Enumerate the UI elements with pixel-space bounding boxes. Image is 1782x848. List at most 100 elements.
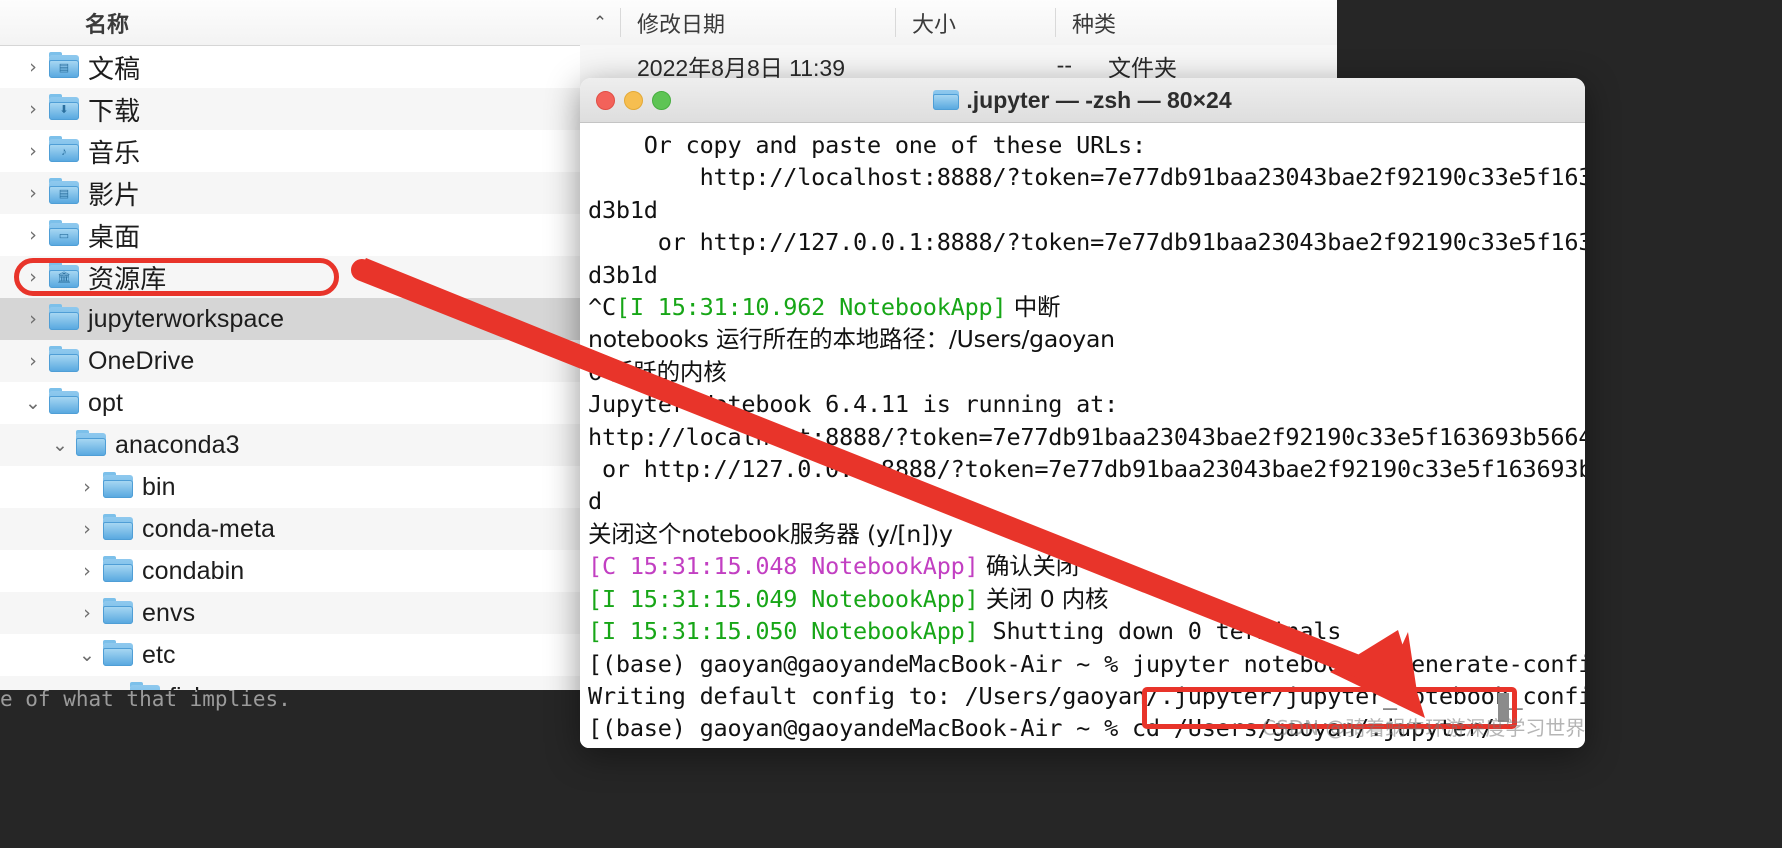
terminal-line: or http://127.0.0.1:8888/?token=7e77db91… <box>588 453 1585 485</box>
file-name: bin <box>142 472 176 501</box>
disclosure-expanded-icon[interactable]: ⌄ <box>49 435 71 455</box>
disclosure-collapsed-icon[interactable]: › <box>22 351 44 371</box>
terminal-line: [I 15:31:15.050 NotebookApp] Shutting do… <box>588 615 1585 647</box>
terminal-text: Writing default config to: /Users/gaoyan… <box>588 681 1585 710</box>
terminal-text: [(base) gaoyan@gaoyandeMacBook-Air ~ % c… <box>588 714 1495 743</box>
terminal-text: or http://127.0.0.1:8888/?token=7e77db91… <box>657 228 1585 257</box>
finder-column-headers: 名称 ⌃ 修改日期 大小 种类 <box>0 0 1337 46</box>
column-header-date[interactable]: 修改日期 <box>620 0 895 45</box>
column-header-kind[interactable]: 种类 <box>1055 0 1325 45</box>
disclosure-expanded-icon[interactable]: ⌄ <box>76 645 98 665</box>
terminal-line: Jupyter Notebook 6.4.11 is running at: <box>588 388 1585 420</box>
file-name: condabin <box>142 556 245 585</box>
disclosure-collapsed-icon[interactable]: › <box>76 477 98 497</box>
terminal-line: 关闭这个notebook服务器 (y/[n])y <box>588 518 1585 550</box>
terminal-text: 确认关闭 <box>978 552 1080 581</box>
terminal-text: [C 15:31:15.048 NotebookApp] <box>588 552 979 581</box>
terminal-line: or http://127.0.0.1:8888/?token=7e77db91… <box>588 226 1585 258</box>
terminal-line: [(base) gaoyan@gaoyandeMacBook-Air ~ % j… <box>588 648 1585 680</box>
folder-icon <box>103 598 133 625</box>
file-name: conda-meta <box>142 514 276 543</box>
disclosure-collapsed-icon[interactable]: › <box>22 309 44 329</box>
file-name: etc <box>142 640 176 669</box>
file-name: OneDrive <box>88 346 195 375</box>
file-name: 资源库 <box>88 264 167 295</box>
disclosure-collapsed-icon[interactable]: › <box>22 99 44 119</box>
folder-icon <box>49 388 79 415</box>
terminal-text: d <box>588 487 602 516</box>
terminal-text: [I 15:31:10.962 NotebookApp] <box>615 293 1007 322</box>
disclosure-collapsed-icon[interactable]: › <box>22 225 44 245</box>
terminal-line: [I 15:31:15.049 NotebookApp] 关闭 0 内核 <box>588 583 1585 615</box>
terminal-line: http://localhost:8888/?token=7e77db91baa… <box>588 421 1585 453</box>
terminal-text: 关闭 0 内核 <box>978 584 1109 613</box>
file-name: envs <box>142 598 196 627</box>
terminal-line: Or copy and paste one of these URLs: <box>588 129 1585 161</box>
folder-icon: ▤ <box>49 178 79 205</box>
file-name: 桌面 <box>88 222 141 253</box>
folder-icon: ⬇ <box>49 94 79 121</box>
folder-icon: ▭ <box>49 220 79 247</box>
terminal-text: d3b1d <box>588 260 658 289</box>
file-name: 下载 <box>88 96 141 127</box>
folder-icon <box>49 346 79 373</box>
terminal-line: http://localhost:8888/?token=7e77db91baa… <box>588 161 1585 193</box>
folder-icon: ▤ <box>49 52 79 79</box>
terminal-line: [(base) gaoyan@gaoyandeMacBook-Air ~ % c… <box>588 712 1585 744</box>
file-name: fish <box>169 683 208 691</box>
terminal-text: [I 15:31:15.050 NotebookApp] <box>588 617 979 646</box>
disclosure-collapsed-icon[interactable]: › <box>22 183 44 203</box>
sort-ascending-icon[interactable]: ⌃ <box>580 0 620 45</box>
terminal-text: or http://127.0.0.1:8888/?token=7e77db91… <box>601 455 1585 484</box>
terminal-text: notebooks 运行所在的本地路径：/Users/gaoyan <box>588 325 1115 354</box>
folder-icon <box>103 472 133 499</box>
folder-icon: ♪ <box>49 136 79 163</box>
terminal-output[interactable]: Or copy and paste one of these URLs: htt… <box>580 123 1585 748</box>
disclosure-collapsed-icon[interactable]: › <box>22 141 44 161</box>
file-name: opt <box>88 388 124 417</box>
disclosure-expanded-icon[interactable]: ⌄ <box>22 393 44 413</box>
terminal-title: .jupyter — -zsh — 80×24 <box>580 87 1585 114</box>
file-name: anaconda3 <box>115 430 240 459</box>
terminal-text: http://localhost:8888/?token=7e77db91baa… <box>699 163 1585 192</box>
folder-icon <box>103 640 133 667</box>
terminal-text: 关闭这个notebook服务器 (y/[n])y <box>588 519 953 548</box>
disclosure-collapsed-icon[interactable]: › <box>22 267 44 287</box>
terminal-line: d3b1d <box>588 259 1585 291</box>
terminal-line: d3b1d <box>588 194 1585 226</box>
folder-icon <box>76 430 106 457</box>
terminal-window[interactable]: .jupyter — -zsh — 80×24 Or copy and past… <box>580 78 1585 748</box>
column-header-name[interactable]: 名称 <box>0 0 580 45</box>
terminal-text: [I 15:31:15.049 NotebookApp] <box>588 584 979 613</box>
folder-icon: 🏛 <box>49 262 79 289</box>
terminal-titlebar[interactable]: .jupyter — -zsh — 80×24 <box>580 78 1585 123</box>
terminal-line: Writing default config to: /Users/gaoyan… <box>588 680 1585 712</box>
terminal-line: d <box>588 485 1585 517</box>
file-name: 影片 <box>88 180 141 211</box>
metadata-size: -- <box>1056 52 1072 78</box>
terminal-line: notebooks 运行所在的本地路径：/Users/gaoyan <box>588 323 1585 355</box>
terminal-text: Shutting down 0 terminals <box>978 617 1342 646</box>
column-header-size[interactable]: 大小 <box>895 0 1055 45</box>
disclosure-collapsed-icon[interactable]: › <box>76 561 98 581</box>
folder-icon <box>103 514 133 541</box>
disclosure-collapsed-icon[interactable]: › <box>22 57 44 77</box>
terminal-cursor <box>1498 693 1509 722</box>
file-name: 音乐 <box>88 138 141 169</box>
folder-icon <box>49 304 79 331</box>
terminal-line: [C 15:31:15.048 NotebookApp] 确认关闭 <box>588 550 1585 582</box>
folder-icon <box>103 556 133 583</box>
terminal-text: 0 活跃的内核 <box>588 357 727 386</box>
terminal-line: [(base) gaoyan@gaoyandeMacBook-Air .jupy… <box>588 745 1585 748</box>
folder-icon <box>933 89 960 111</box>
file-name: 文稿 <box>88 54 141 85</box>
disclosure-collapsed-icon[interactable]: › <box>103 687 125 690</box>
disclosure-collapsed-icon[interactable]: › <box>76 519 98 539</box>
terminal-text: http://localhost:8888/?token=7e77db91baa… <box>588 422 1585 451</box>
terminal-text: d3b1d <box>588 195 658 224</box>
terminal-line: ^C[I 15:31:10.962 NotebookApp] 中断 <box>588 291 1585 323</box>
disclosure-collapsed-icon[interactable]: › <box>76 603 98 623</box>
terminal-text: Jupyter Notebook 6.4.11 is running at: <box>588 390 1119 419</box>
terminal-title-text: .jupyter — -zsh — 80×24 <box>966 86 1232 113</box>
terminal-text: [(base) gaoyan@gaoyandeMacBook-Air ~ % j… <box>588 649 1585 678</box>
